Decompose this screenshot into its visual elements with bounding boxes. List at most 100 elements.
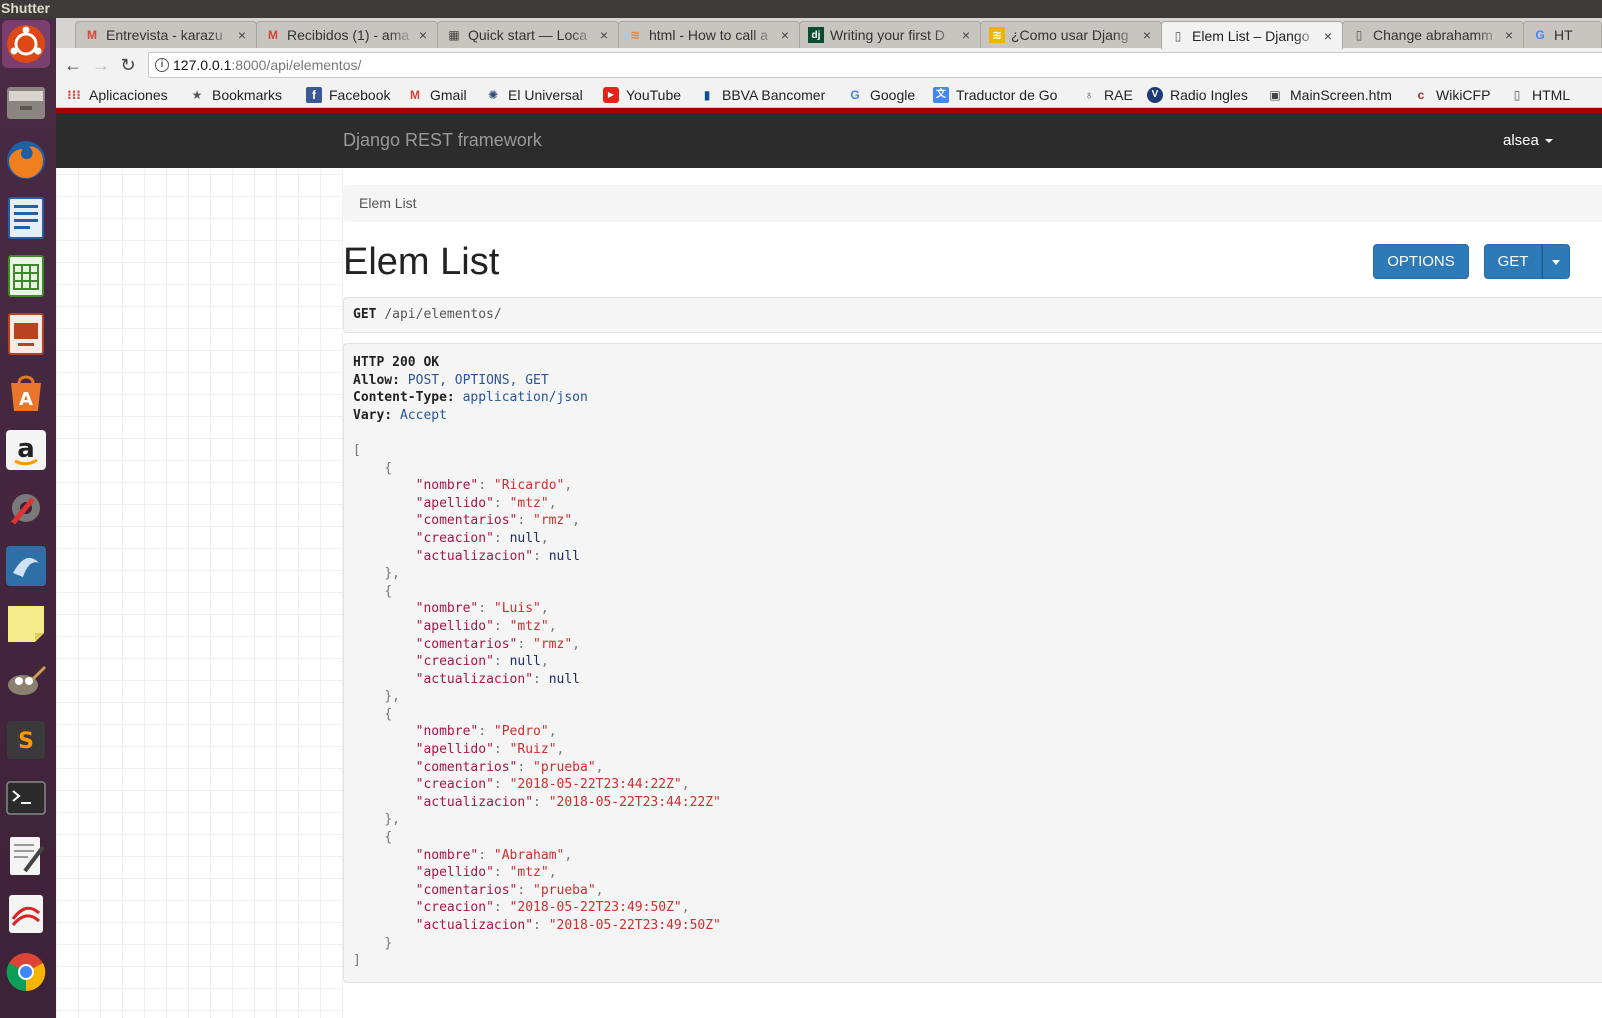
bookmark-bbva[interactable]: ▮ BBVA Bancomer bbox=[699, 85, 831, 105]
el-universal-icon: ✺ bbox=[487, 88, 499, 102]
bookmark-traductor[interactable]: 文 Traductor de Go bbox=[933, 85, 1068, 105]
launcher: A a S bbox=[0, 18, 56, 1018]
request-method: GET bbox=[353, 307, 377, 322]
django-icon: dj bbox=[808, 27, 824, 43]
bookmark-label: Aplicaciones bbox=[89, 87, 168, 103]
tab-stackoverflow[interactable]: ≋ html - How to call a × bbox=[618, 21, 800, 48]
text-editor-icon[interactable] bbox=[2, 832, 50, 880]
response-header: Content-Type: application/json bbox=[353, 389, 1602, 407]
wikicfp-icon: c bbox=[1417, 88, 1425, 102]
json-field: "actualizacion": null bbox=[415, 671, 580, 687]
json-field: "actualizacion": null bbox=[415, 548, 580, 564]
sublime-icon[interactable]: S bbox=[2, 716, 50, 764]
json-field: "comentarios": "rmz", bbox=[415, 513, 580, 529]
bookmark-bookmarks[interactable]: ★ Bookmarks bbox=[189, 85, 282, 105]
bookmark-gmail[interactable]: M Gmail bbox=[407, 85, 467, 105]
json-field: "actualizacion": "2018-05-22T23:44:22Z" bbox=[415, 794, 721, 810]
firefox-icon[interactable] bbox=[2, 136, 50, 184]
close-icon[interactable]: × bbox=[1501, 27, 1517, 43]
translate-icon: 文 bbox=[933, 87, 949, 103]
response-header: Allow: POST, OPTIONS, GET bbox=[353, 372, 1602, 390]
bookmark-label: RAE bbox=[1104, 87, 1133, 103]
tab-entrevista[interactable]: M Entrevista - karazu × bbox=[75, 21, 257, 48]
json-field: "actualizacion": "2018-05-22T23:49:50Z" bbox=[415, 918, 721, 933]
address-bar[interactable]: i 127.0.0.1:8000/api/elementos/ bbox=[148, 52, 1602, 78]
document-viewer-icon[interactable] bbox=[2, 890, 50, 938]
user-menu[interactable]: alsea bbox=[1503, 132, 1553, 149]
bookmark-label: HTML bbox=[1532, 87, 1571, 103]
bookmark-label: WikiCFP bbox=[1436, 87, 1491, 103]
youtube-icon: ▶ bbox=[603, 87, 619, 103]
bookmark-radio-ingles[interactable]: V Radio Ingles bbox=[1147, 85, 1248, 105]
json-field: "nombre": "Pedro", bbox=[415, 724, 557, 740]
tab-como-usar[interactable]: ≋ ¿Como usar Djang × bbox=[980, 21, 1162, 48]
page-viewport: Django REST framework alsea Elem List El… bbox=[56, 108, 1602, 1018]
json-object-open: { bbox=[384, 706, 393, 722]
bookmark-facebook[interactable]: f Facebook bbox=[306, 85, 390, 105]
header-key: Allow: bbox=[353, 372, 400, 388]
close-icon[interactable]: × bbox=[596, 27, 612, 43]
google-icon: G bbox=[1535, 28, 1545, 42]
chrome-icon[interactable] bbox=[2, 948, 50, 996]
bookmark-html[interactable]: ▯ HTML bbox=[1509, 85, 1570, 105]
calc-icon[interactable] bbox=[2, 252, 50, 300]
bookmark-rae[interactable]: ♁ RAE bbox=[1081, 85, 1133, 105]
close-icon[interactable]: × bbox=[415, 27, 431, 43]
reload-button[interactable]: ↻ bbox=[117, 54, 139, 76]
brand-link[interactable]: Django REST framework bbox=[343, 130, 542, 151]
breadcrumb-item[interactable]: Elem List bbox=[359, 195, 417, 211]
stackoverflow-icon: ≋ bbox=[629, 28, 641, 42]
header-value: Accept bbox=[399, 407, 447, 423]
tab-title: html - How to call a bbox=[649, 27, 769, 43]
files-icon[interactable] bbox=[2, 78, 50, 126]
writer-icon[interactable] bbox=[2, 194, 50, 242]
close-icon[interactable]: × bbox=[958, 27, 974, 43]
os-top-bar: Shutter bbox=[0, 0, 1602, 18]
get-format-dropdown[interactable] bbox=[1542, 244, 1570, 279]
settings-icon[interactable] bbox=[2, 484, 50, 532]
bookmark-mainscreen[interactable]: ▣ MainScreen.htm bbox=[1267, 85, 1399, 105]
gmail-icon: M bbox=[410, 88, 420, 102]
tab-writing-first[interactable]: dj Writing your first D × bbox=[799, 21, 981, 48]
options-button[interactable]: OPTIONS bbox=[1373, 244, 1469, 279]
ubuntu-icon[interactable] bbox=[2, 20, 50, 68]
response-body: [ { "nombre": "Ricardo", "apellido": "mt… bbox=[353, 442, 1602, 970]
close-icon[interactable]: × bbox=[1139, 27, 1155, 43]
bookmark-label: Radio Ingles bbox=[1170, 87, 1248, 103]
impress-icon[interactable] bbox=[2, 310, 50, 358]
bookmark-label: Facebook bbox=[329, 87, 391, 103]
caret-down-icon bbox=[1552, 259, 1560, 265]
app-name: Shutter bbox=[1, 0, 50, 16]
get-button[interactable]: GET bbox=[1484, 244, 1542, 279]
gimp-icon[interactable] bbox=[2, 658, 50, 706]
tab-quick-start[interactable]: ▦ Quick start — Loca × bbox=[437, 21, 619, 48]
forward-button[interactable]: → bbox=[90, 54, 112, 76]
page-icon: ▯ bbox=[1174, 28, 1182, 43]
tab-recibidos[interactable]: M Recibidos (1) - ama × bbox=[256, 21, 438, 48]
header-value: application/json bbox=[462, 390, 588, 406]
info-icon[interactable]: i bbox=[155, 58, 169, 72]
software-center-icon[interactable]: A bbox=[2, 368, 50, 416]
terminal-icon[interactable] bbox=[2, 774, 50, 822]
tab-ht[interactable]: G HT bbox=[1523, 21, 1602, 48]
bookmarks-bar: ⁝⁝⁝ Aplicaciones ★ Bookmarks f Facebook M Gm… bbox=[56, 82, 1602, 108]
back-button[interactable]: ← bbox=[62, 54, 84, 76]
sticky-notes-icon[interactable] bbox=[2, 600, 50, 648]
amazon-icon[interactable]: a bbox=[2, 426, 50, 474]
bookmark-wikicfp[interactable]: c WikiCFP bbox=[1413, 85, 1491, 105]
tab-change-abraham[interactable]: ▯ Change abrahamm × bbox=[1342, 21, 1524, 48]
close-icon[interactable]: × bbox=[777, 27, 793, 43]
bookmark-el-universal[interactable]: ✺ El Universal bbox=[485, 85, 583, 105]
close-icon[interactable]: × bbox=[234, 27, 250, 43]
close-icon[interactable]: × bbox=[1320, 28, 1336, 44]
url-host: 127.0.0.1 bbox=[173, 57, 232, 73]
bookmark-aplicaciones[interactable]: ⁝⁝⁝ Aplicaciones bbox=[66, 85, 168, 105]
svg-text:A: A bbox=[19, 389, 33, 410]
bbva-icon: ▮ bbox=[703, 88, 711, 102]
bookmark-google[interactable]: G Google bbox=[847, 85, 915, 105]
tab-elem-list[interactable]: ▯ Elem List – Django × bbox=[1161, 21, 1343, 49]
google-icon: G bbox=[850, 88, 860, 102]
main-content: Elem List Elem List OPTIONS GET GET /api… bbox=[343, 168, 1602, 1018]
bookmark-youtube[interactable]: ▶ YouTube bbox=[603, 85, 681, 105]
shotwell-icon[interactable] bbox=[2, 542, 50, 590]
